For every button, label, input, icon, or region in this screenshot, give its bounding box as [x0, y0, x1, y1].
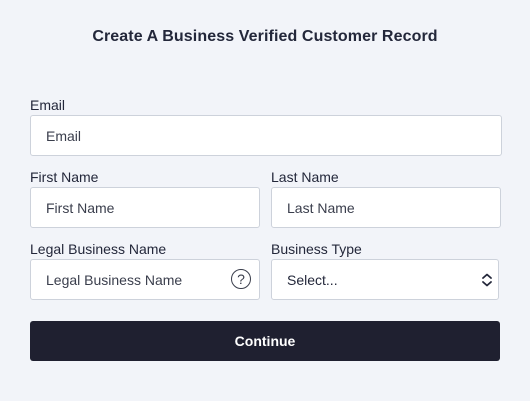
legal-business-name-field[interactable] [30, 259, 260, 300]
question-circle-icon[interactable]: ? [231, 269, 251, 289]
first-name-label: First Name [30, 169, 99, 185]
last-name-field[interactable] [271, 187, 501, 228]
email-field[interactable] [30, 115, 502, 156]
last-name-label: Last Name [271, 169, 339, 185]
continue-button[interactable]: Continue [30, 321, 500, 361]
business-type-label: Business Type [271, 241, 362, 257]
legal-business-name-label: Legal Business Name [30, 241, 167, 257]
email-label: Email [30, 97, 66, 113]
business-type-select[interactable]: Select... [271, 259, 499, 300]
business-type-selected-value: Select... [287, 272, 338, 288]
chevron-updown-icon [482, 273, 492, 287]
page-title: Create A Business Verified Customer Reco… [92, 28, 438, 45]
first-name-field[interactable] [30, 187, 260, 228]
